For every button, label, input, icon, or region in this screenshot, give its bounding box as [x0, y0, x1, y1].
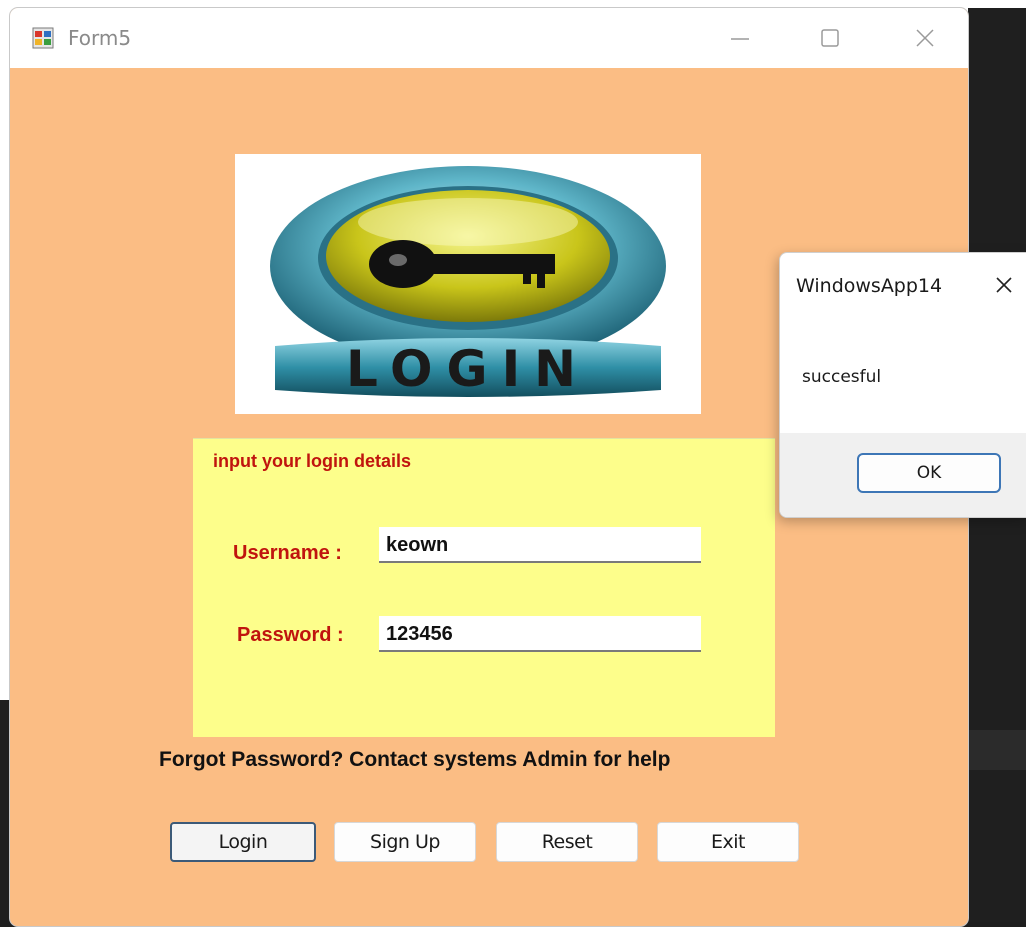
window-title: Form5 — [68, 26, 132, 50]
username-label: Username : — [233, 542, 342, 564]
login-banner-text: LOGIN — [346, 340, 590, 398]
message-box-footer: OK — [780, 433, 1026, 517]
minimize-button[interactable] — [710, 14, 770, 62]
username-field[interactable]: keown — [379, 527, 701, 563]
message-box-close-button[interactable] — [990, 271, 1018, 299]
login-details-panel: input your login details Username : keow… — [193, 438, 775, 737]
password-label: Password : — [237, 624, 344, 646]
desktop-taskbar-band — [968, 730, 1026, 770]
message-box-title: WindowsApp14 — [796, 275, 943, 297]
message-box: WindowsApp14 succesful OK — [779, 252, 1026, 518]
password-field[interactable]: 123456 — [379, 616, 701, 652]
close-button[interactable] — [895, 14, 955, 62]
app-icon — [32, 27, 54, 49]
minimize-icon — [731, 38, 749, 40]
title-bar: Form5 — [10, 8, 968, 68]
sign-up-button[interactable]: Sign Up — [334, 822, 476, 862]
reset-button[interactable]: Reset — [496, 822, 638, 862]
exit-button[interactable]: Exit — [657, 822, 799, 862]
maximize-button[interactable] — [800, 14, 860, 62]
message-text: succesful — [802, 367, 882, 387]
forgot-password-text: Forgot Password? Contact systems Admin f… — [159, 748, 671, 771]
panel-caption: input your login details — [210, 451, 414, 472]
login-button[interactable]: Login — [170, 822, 316, 862]
login-image: LOGIN — [235, 154, 701, 414]
maximize-icon — [821, 29, 839, 47]
close-icon — [916, 29, 934, 47]
close-icon — [996, 277, 1012, 293]
ok-button[interactable]: OK — [857, 453, 1001, 493]
